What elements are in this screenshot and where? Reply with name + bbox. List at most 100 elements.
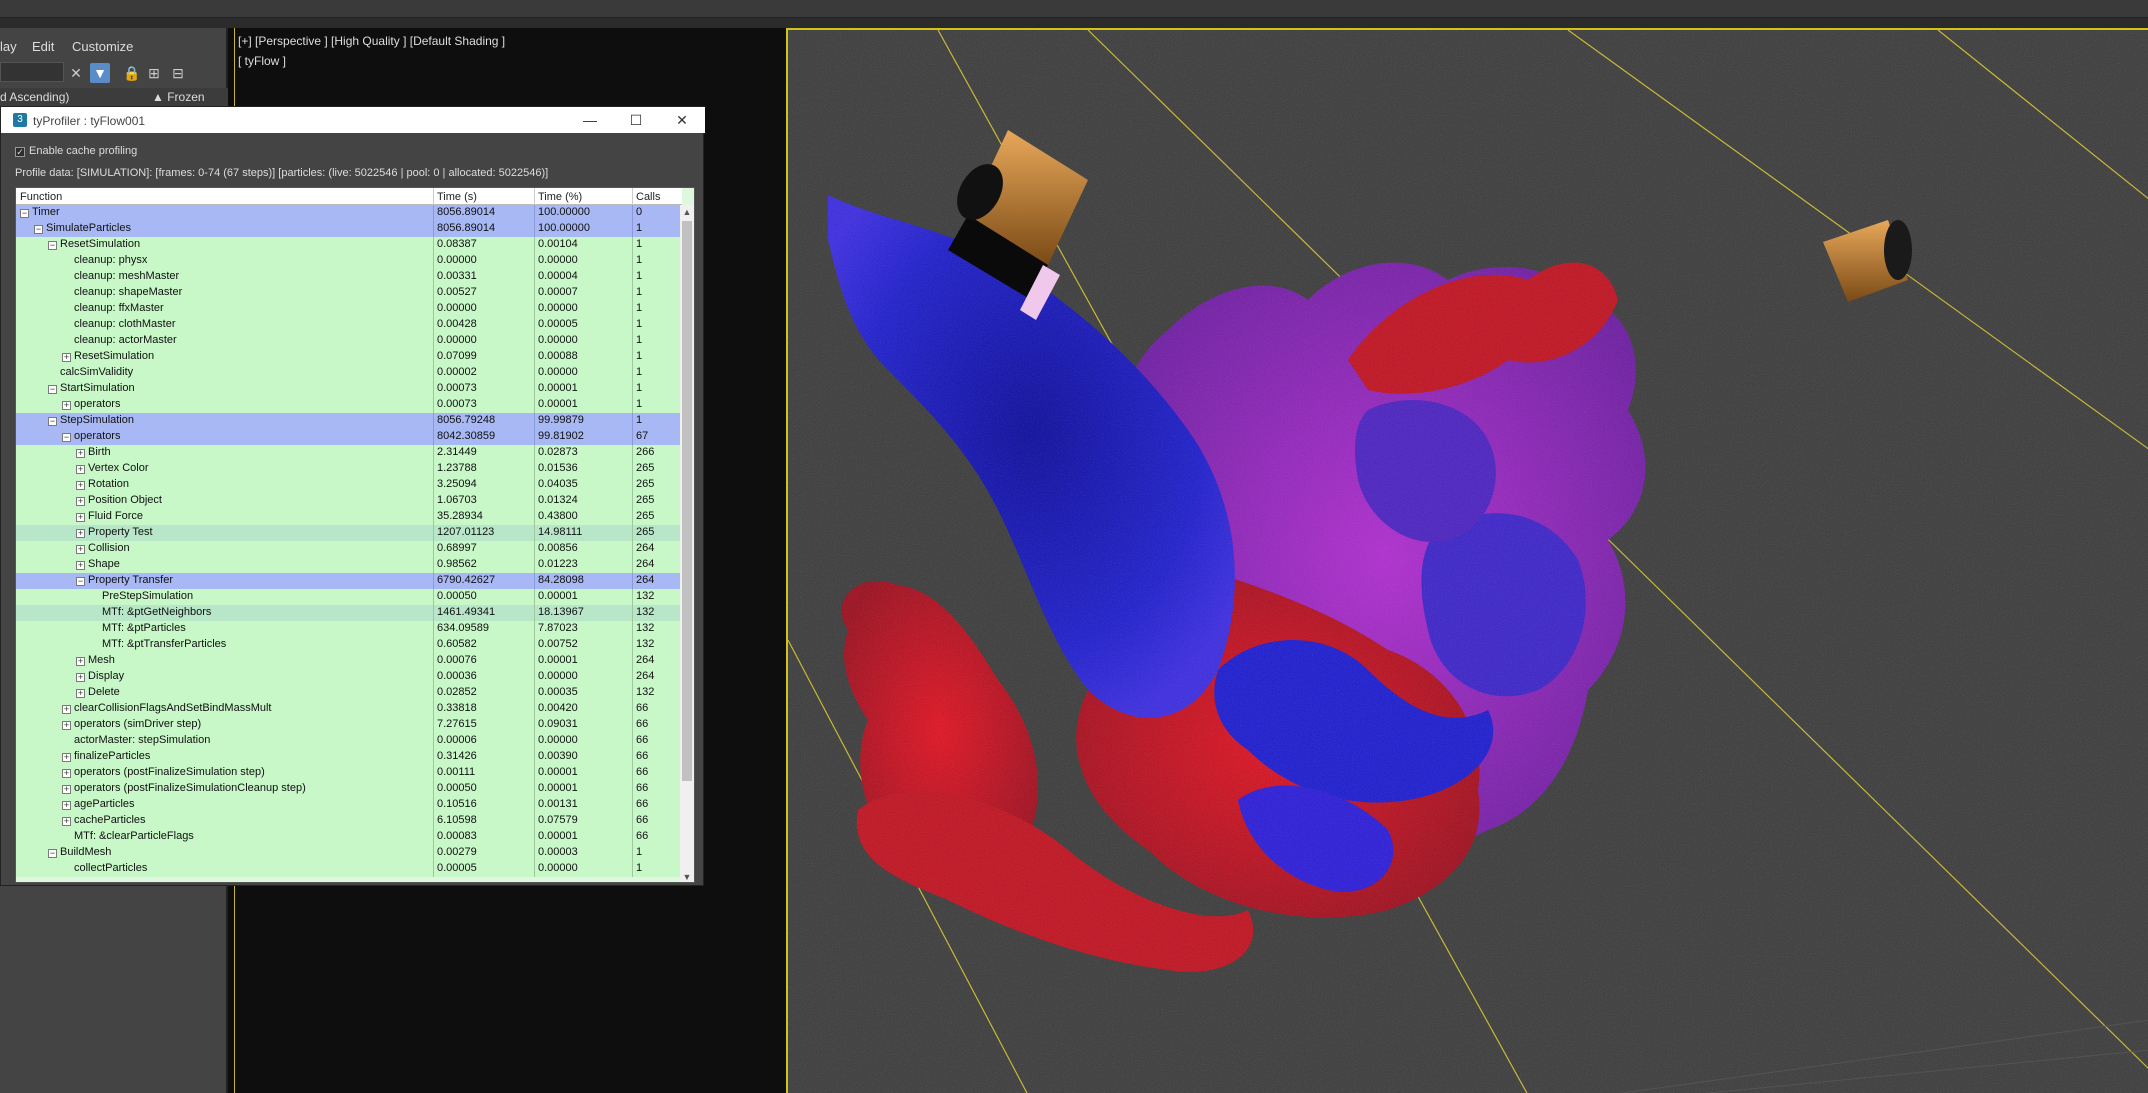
filter-icon[interactable]: ▼ [90,63,110,83]
table-row[interactable]: + Display 0.00036 0.00000 264 [16,669,682,685]
table-row[interactable]: MTf: &ptGetNeighbors 1461.49341 18.13967 13… [16,605,682,621]
column-time-s[interactable]: Time (s) [437,191,477,203]
collapse-icon[interactable]: − [48,417,57,426]
expand-icon[interactable]: + [62,353,71,362]
close-icon[interactable]: ✕ [66,63,86,83]
enable-cache-checkbox[interactable]: ✓ [15,147,25,157]
column-calls[interactable]: Calls [636,191,660,203]
expand-icon[interactable]: + [62,753,71,762]
table-row[interactable]: actorMaster: stepSimulation 0.00006 0.0000… [16,733,682,749]
collapse-icon[interactable]: − [48,849,57,858]
expand-icon[interactable]: + [76,481,85,490]
table-row[interactable]: + Shape 0.98562 0.01223 264 [16,557,682,573]
minimize-icon[interactable]: — [567,107,613,133]
table-row[interactable]: MTf: &ptParticles 634.09589 7.87023 132 [16,621,682,637]
table-row[interactable]: cleanup: clothMaster 0.00428 0.00005 1 [16,317,682,333]
expand-icon[interactable]: + [62,801,71,810]
table-row[interactable]: calcSimValidity 0.00002 0.00000 1 [16,365,682,381]
expand-icon[interactable]: + [76,513,85,522]
table-row[interactable]: + clearCollisionFlagsAndSetBindMassMult 0.… [16,701,682,717]
table-row[interactable]: + Position Object 1.06703 0.01324 265 [16,493,682,509]
collapse-icon[interactable]: − [76,577,85,586]
expand-icon[interactable]: + [76,561,85,570]
expand-icon[interactable]: + [62,769,71,778]
perspective-viewport[interactable] [786,28,2148,1093]
table-row[interactable]: + operators (simDriver step) 7.27615 0.0903… [16,717,682,733]
table-row[interactable]: cleanup: shapeMaster 0.00527 0.00007 1 [16,285,682,301]
column-time-pct[interactable]: Time (%) [538,191,582,203]
table-row[interactable]: − Timer 8056.89014 100.00000 0 [16,205,682,221]
hierarchy-icon[interactable]: ⊞ [144,63,164,83]
table-row[interactable]: + ResetSimulation 0.07099 0.00088 1 [16,349,682,365]
table-row[interactable]: − StepSimulation 8056.79248 99.99879 1 [16,413,682,429]
maximize-icon[interactable]: ☐ [613,107,659,133]
menu-display[interactable]: lay [0,39,17,54]
table-row[interactable]: − operators 8042.30859 99.81902 67 [16,429,682,445]
table-row[interactable]: + Birth 2.31449 0.02873 266 [16,445,682,461]
expand-icon[interactable]: + [62,705,71,714]
table-row[interactable]: PreStepSimulation 0.00050 0.00001 132 [16,589,682,605]
column-divider [433,493,434,509]
table-row[interactable]: MTf: &ptTransferParticles 0.60582 0.00752 1… [16,637,682,653]
table-row[interactable]: collectParticles 0.00005 0.00000 1 [16,861,682,877]
expand-icon[interactable]: + [62,721,71,730]
column-function[interactable]: Function [20,191,62,203]
expand-icon[interactable]: + [76,657,85,666]
expand-icon[interactable]: + [76,545,85,554]
expand-icon[interactable]: + [76,673,85,682]
table-row[interactable]: cleanup: physx 0.00000 0.00000 1 [16,253,682,269]
scroll-thumb[interactable] [682,221,692,781]
calls-cell: 66 [636,830,649,842]
table-row[interactable]: cleanup: meshMaster 0.00331 0.00004 1 [16,269,682,285]
menu-customize[interactable]: Customize [72,39,133,54]
table-row[interactable]: + Mesh 0.00076 0.00001 264 [16,653,682,669]
table-row[interactable]: − BuildMesh 0.00279 0.00003 1 [16,845,682,861]
table-row[interactable]: − SimulateParticles 8056.89014 100.00000 1 [16,221,682,237]
table-scrollbar[interactable]: ▲ ▼ [680,205,694,882]
expand-icon[interactable]: + [76,529,85,538]
close-window-icon[interactable]: ✕ [659,107,705,133]
explorer-search-input[interactable] [0,62,64,82]
table-row[interactable]: + operators 0.00073 0.00001 1 [16,397,682,413]
expand-icon[interactable]: + [62,817,71,826]
expand-icon[interactable]: + [76,497,85,506]
menu-edit[interactable]: Edit [32,39,54,54]
hierarchy-collapse-icon[interactable]: ⊟ [168,63,188,83]
table-row[interactable]: + Property Test 1207.01123 14.98111 265 [16,525,682,541]
collapse-icon[interactable]: − [20,209,29,218]
expand-icon[interactable]: + [76,689,85,698]
table-row[interactable]: + Rotation 3.25094 0.04035 265 [16,477,682,493]
collapse-icon[interactable]: − [34,225,43,234]
table-row[interactable]: + Delete 0.02852 0.00035 132 [16,685,682,701]
table-row[interactable]: + ageParticles 0.10516 0.00131 66 [16,797,682,813]
profiler-titlebar[interactable]: 3 tyProfiler : tyFlow001 — ☐ ✕ [1,107,705,133]
table-row[interactable]: + Fluid Force 35.28934 0.43800 265 [16,509,682,525]
table-row[interactable]: + finalizeParticles 0.31426 0.00390 66 [16,749,682,765]
table-row[interactable]: + cacheParticles 6.10598 0.07579 66 [16,813,682,829]
expand-icon[interactable]: + [62,401,71,410]
expand-icon[interactable]: + [62,785,71,794]
expand-icon[interactable]: + [76,449,85,458]
viewport-label[interactable]: [+] [Perspective ] [High Quality ] [Defa… [238,34,505,48]
scroll-down-icon[interactable]: ▼ [680,870,694,882]
table-row[interactable]: MTf: &clearParticleFlags 0.00083 0.00001 66 [16,829,682,845]
table-row[interactable]: + Collision 0.68997 0.00856 264 [16,541,682,557]
collapse-icon[interactable]: − [62,433,71,442]
table-row[interactable]: − Property Transfer 6790.42627 84.28098 264 [16,573,682,589]
table-row[interactable]: + operators (postFinalizeSimulationCleanu… [16,781,682,797]
table-row[interactable]: + Vertex Color 1.23788 0.01536 265 [16,461,682,477]
expand-icon[interactable]: + [76,465,85,474]
table-row[interactable]: − StartSimulation 0.00073 0.00001 1 [16,381,682,397]
collapse-icon[interactable]: − [48,385,57,394]
frozen-column-header[interactable]: ▲ Frozen [152,90,205,104]
sort-label[interactable]: d Ascending) [0,90,69,104]
viewport-sublabel[interactable]: [ tyFlow ] [238,54,286,68]
table-row[interactable]: cleanup: ffxMaster 0.00000 0.00000 1 [16,301,682,317]
enable-cache-profiling[interactable]: ✓ Enable cache profiling [15,145,137,157]
table-row[interactable]: + operators (postFinalizeSimulation step)… [16,765,682,781]
collapse-icon[interactable]: − [48,241,57,250]
scroll-up-icon[interactable]: ▲ [680,205,694,219]
table-row[interactable]: cleanup: actorMaster 0.00000 0.00000 1 [16,333,682,349]
lock-icon[interactable]: 🔒 [122,63,142,83]
table-row[interactable]: − ResetSimulation 0.08387 0.00104 1 [16,237,682,253]
